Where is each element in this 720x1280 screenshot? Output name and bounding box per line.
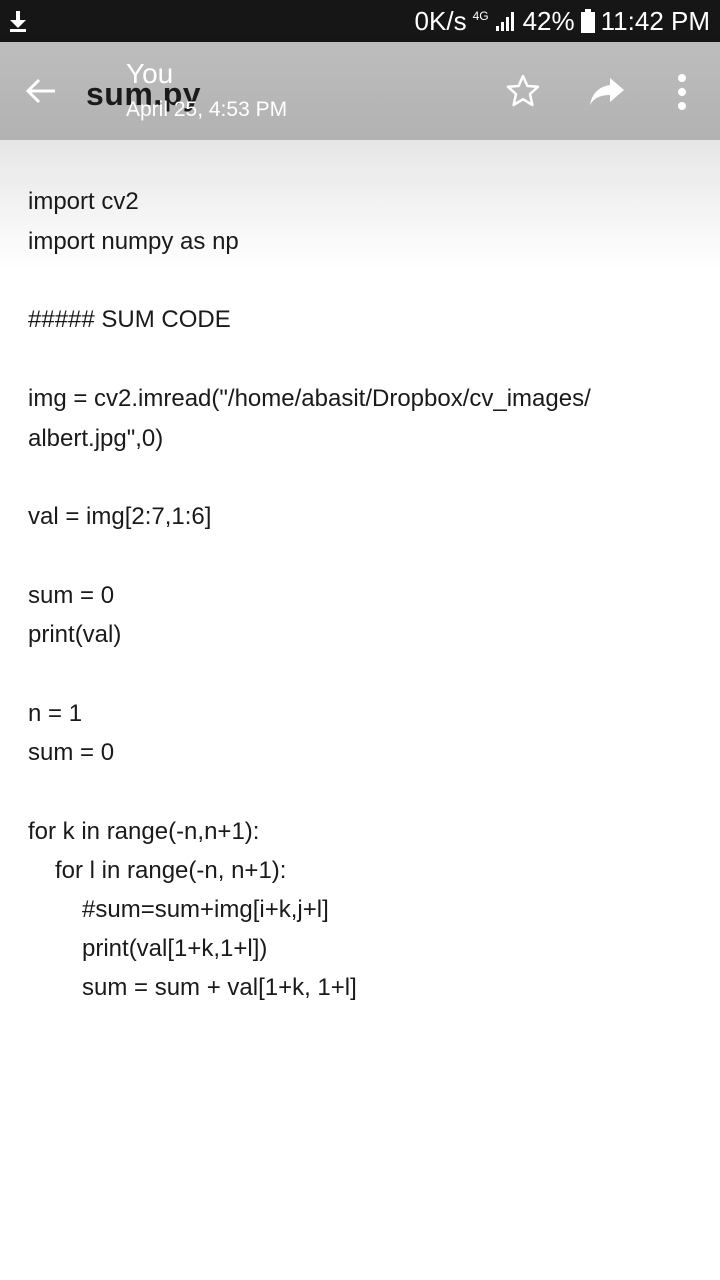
code-line: sum = 0 xyxy=(28,739,115,766)
code-line: val = img[2:7,1:6] xyxy=(28,503,212,530)
download-icon xyxy=(10,11,26,32)
code-line: ##### SUM CODE xyxy=(28,306,231,333)
code-line: sum = 0 xyxy=(28,582,115,609)
network-type: 4G xyxy=(472,9,489,23)
star-icon[interactable] xyxy=(505,73,541,109)
code-line: for k in range(-n,n+1): xyxy=(28,818,260,845)
share-icon[interactable] xyxy=(588,75,626,107)
code-line: img = cv2.imread("/home/abasit/Dropbox/c… xyxy=(28,385,591,412)
battery-icon xyxy=(580,9,595,33)
more-vert-icon[interactable] xyxy=(668,72,696,112)
back-arrow-icon[interactable] xyxy=(24,74,58,108)
clock: 11:42 PM xyxy=(600,5,710,36)
file-content: import cv2 import numpy as np ##### SUM … xyxy=(0,140,720,1280)
battery-percent: 42% xyxy=(522,5,575,36)
net-speed: 0K/s xyxy=(414,5,467,36)
top-app-bar: sum.py You April 25, 4:53 PM xyxy=(0,42,720,140)
screen: 0K/s 4G 42% 11:42 PM sum.py You April 25… xyxy=(0,0,720,1280)
code-line: #sum=sum+img[i+k,j+l] xyxy=(82,896,329,923)
timestamp: April 25, 4:53 PM xyxy=(126,98,288,121)
status-bar: 0K/s 4G 42% 11:42 PM xyxy=(0,0,720,42)
code-line: print(val[1+k,1+l]) xyxy=(82,935,268,962)
code-line: n = 1 xyxy=(28,700,83,727)
code-line: print(val) xyxy=(28,621,122,648)
signal-icon xyxy=(495,12,514,31)
code-line: albert.jpg",0) xyxy=(28,425,164,452)
code-line: for l in range(-n, n+1): xyxy=(55,857,287,884)
code-line: import numpy as np xyxy=(28,228,239,255)
status-indicators: 0K/s 4G 42% 11:42 PM xyxy=(415,0,710,42)
code-line: sum = sum + val[1+k, 1+l] xyxy=(82,974,357,1001)
sender-name: You xyxy=(126,58,174,89)
code-line: import cv2 xyxy=(28,188,139,215)
